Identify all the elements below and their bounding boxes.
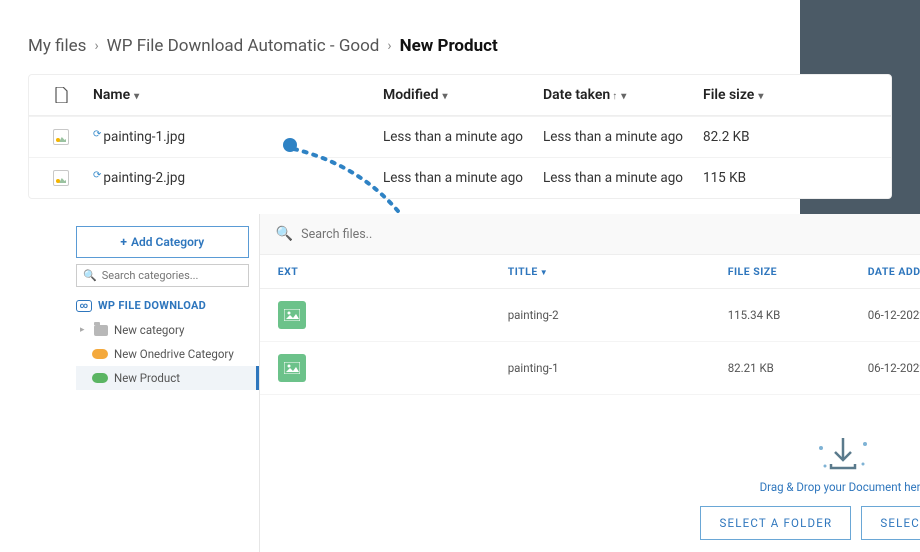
image-file-icon — [53, 129, 69, 145]
search-files-input[interactable] — [301, 227, 920, 242]
file-row[interactable]: painting-1 82.21 KB 06-12-2022 — [260, 342, 920, 395]
col-file-size[interactable]: File size▾ — [697, 87, 807, 103]
file-row[interactable]: painting-2 115.34 KB 06-12-2022 — [260, 289, 920, 342]
sync-icon: ⟳ — [93, 129, 101, 140]
sidebar-root[interactable]: ∞ WP FILE DOWNLOAD — [76, 299, 249, 312]
file-date: 06-12-2022 — [868, 361, 920, 375]
wpfd-logo-icon: ∞ — [76, 300, 92, 312]
tree-node-new-product[interactable]: New Product — [76, 366, 259, 390]
file-size: 115.34 KB — [728, 308, 868, 322]
document-icon — [54, 87, 68, 103]
file-size-cell: 115 KB — [697, 170, 807, 186]
file-date-taken-cell: Less than a minute ago — [537, 170, 697, 186]
category-sidebar: +Add Category 🔍 ∞ WP FILE DOWNLOAD ▸ New… — [66, 214, 260, 552]
jpg-ext-icon — [278, 354, 306, 382]
col-ext[interactable]: EXT — [278, 265, 508, 278]
file-size-cell: 82.2 KB — [697, 129, 807, 145]
chevron-right-icon: › — [387, 38, 391, 54]
col-date-added[interactable]: DATE ADDED — [868, 265, 920, 278]
select-folder-button[interactable]: SELECT A FOLDER — [700, 506, 851, 540]
col-modified[interactable]: Modified▾ — [377, 87, 537, 103]
drop-text: Drag & Drop your Document here — [700, 480, 920, 494]
dropzone[interactable]: Drag & Drop your Document here SELECT A … — [700, 434, 920, 540]
arrow-up-icon: ↑ — [612, 91, 617, 102]
chevron-down-icon: ▾ — [134, 91, 139, 102]
search-files-row[interactable]: 🔍 — [260, 214, 920, 255]
search-icon: 🔍 — [276, 226, 293, 242]
file-size: 82.21 KB — [728, 361, 868, 375]
file-title: painting-1 — [508, 361, 728, 375]
breadcrumb-root[interactable]: My files — [28, 36, 86, 56]
table-row[interactable]: ⟳painting-2.jpg Less than a minute ago L… — [29, 157, 891, 198]
search-categories-input[interactable] — [102, 269, 242, 282]
table-header-row: Name▾ Modified▾ Date taken↑▾ File size▾ — [29, 75, 891, 116]
chevron-down-icon: ▾ — [758, 91, 763, 102]
jpg-ext-icon — [278, 301, 306, 329]
file-name-cell: ⟳painting-2.jpg — [87, 170, 377, 186]
breadcrumb-mid[interactable]: WP File Download Automatic - Good — [107, 36, 380, 56]
onedrive-file-table: Name▾ Modified▾ Date taken↑▾ File size▾ … — [28, 74, 892, 199]
file-modified-cell: Less than a minute ago — [377, 129, 537, 145]
search-categories-field[interactable]: 🔍 — [76, 264, 249, 287]
image-file-icon — [53, 170, 69, 186]
col-file-size[interactable]: FILE SIZE — [728, 265, 868, 278]
plus-icon: + — [120, 235, 127, 249]
search-icon: 🔍 — [83, 269, 97, 282]
col-name[interactable]: Name▾ — [87, 87, 377, 103]
select-files-button[interactable]: SELECT FILES — [861, 506, 920, 540]
chevron-down-icon: ▾ — [442, 91, 447, 102]
breadcrumb: My files › WP File Download Automatic - … — [0, 0, 920, 74]
upload-icon — [700, 434, 920, 474]
category-tree: ▸ New category New Onedrive Category New… — [76, 318, 249, 390]
sync-icon: ⟳ — [93, 170, 101, 181]
file-name-cell: ⟳painting-1.jpg — [87, 129, 377, 145]
file-date-taken-cell: Less than a minute ago — [537, 129, 697, 145]
add-category-button[interactable]: +Add Category — [76, 226, 249, 258]
file-modified-cell: Less than a minute ago — [377, 170, 537, 186]
chevron-right-icon: ▸ — [80, 325, 88, 335]
file-list-header: EXT TITLE▼ FILE SIZE DATE ADDED — [260, 255, 920, 289]
chevron-down-icon: ▾ — [621, 91, 626, 102]
tree-node-onedrive-category[interactable]: New Onedrive Category — [76, 342, 249, 366]
cloud-onedrive-icon — [92, 349, 108, 359]
folder-icon — [94, 325, 108, 336]
file-title: painting-2 — [508, 308, 728, 322]
wpfd-panel: +Add Category 🔍 ∞ WP FILE DOWNLOAD ▸ New… — [66, 214, 920, 552]
col-date-taken[interactable]: Date taken↑▾ — [537, 87, 697, 103]
table-row[interactable]: ⟳painting-1.jpg Less than a minute ago L… — [29, 116, 891, 157]
file-date: 06-12-2022 — [868, 308, 920, 322]
file-icon-header — [29, 87, 87, 103]
col-title[interactable]: TITLE▼ — [508, 265, 728, 278]
cloud-green-icon — [92, 373, 108, 383]
sort-desc-icon: ▼ — [540, 268, 548, 277]
breadcrumb-current: New Product — [400, 36, 498, 56]
tree-node-new-category[interactable]: ▸ New category — [76, 318, 249, 342]
file-list-panel: 🔍 EXT TITLE▼ FILE SIZE DATE ADDED painti… — [260, 214, 920, 552]
chevron-right-icon: › — [94, 38, 98, 54]
